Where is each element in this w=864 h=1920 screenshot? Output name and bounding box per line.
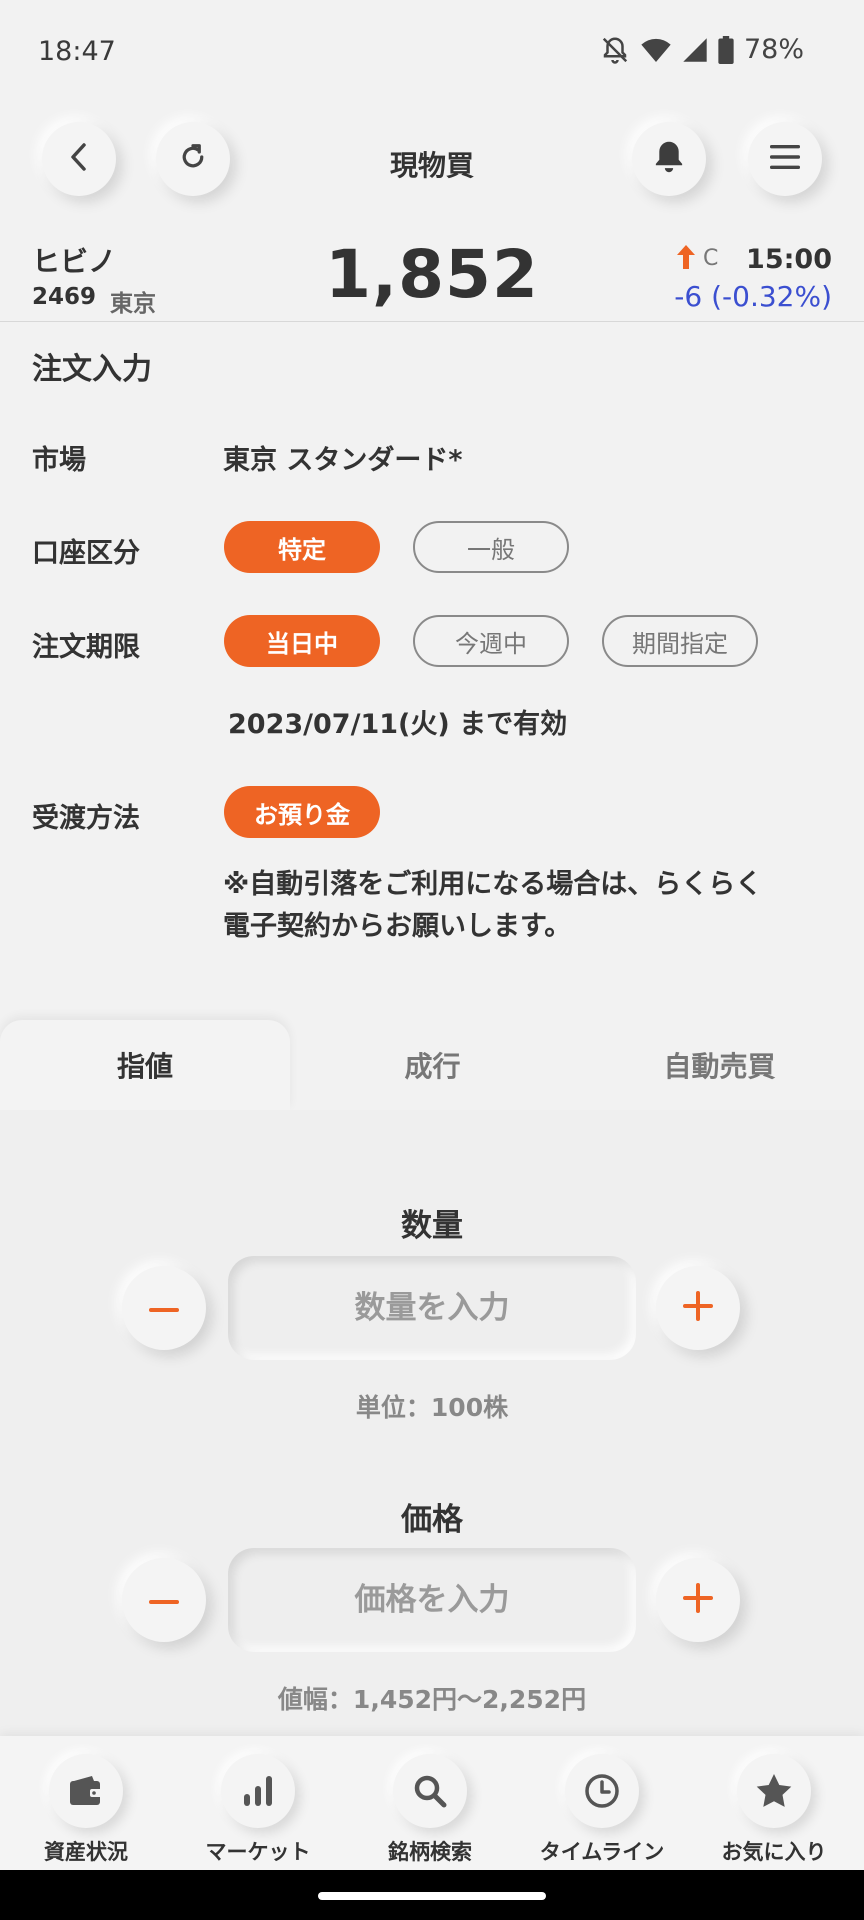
star-icon <box>737 1754 811 1828</box>
header: 現物買 <box>0 122 864 206</box>
menu-button[interactable] <box>748 122 822 196</box>
nav-label: マーケット <box>205 1840 311 1864</box>
clock-icon <box>565 1754 639 1828</box>
price-field[interactable] <box>228 1548 636 1652</box>
account-option-tokutei[interactable]: 特定 <box>224 521 380 573</box>
settlement-label: 受渡方法 <box>32 803 140 834</box>
period-option-custom[interactable]: 期間指定 <box>602 615 758 667</box>
nav-item-assets[interactable]: 資産状況 <box>0 1736 172 1870</box>
notification-button[interactable] <box>632 122 706 196</box>
price-title: 価格 <box>401 1502 463 1538</box>
quote-time: 15:00 <box>746 244 832 275</box>
nav-item-search[interactable]: 銘柄検索 <box>344 1736 516 1870</box>
wallet-icon <box>49 1754 123 1828</box>
nav-label: 資産状況 <box>44 1840 128 1864</box>
home-gesture-handle[interactable] <box>318 1892 546 1900</box>
account-option-ippan[interactable]: 一般 <box>413 521 569 573</box>
status-icons: 78% <box>600 34 804 65</box>
section-title: 注文入力 <box>32 352 152 387</box>
plus-icon <box>683 1583 713 1617</box>
market-label: 市場 <box>32 445 86 476</box>
nav-label: タイムライン <box>539 1840 665 1864</box>
price-flag: C <box>703 246 719 271</box>
quantity-title: 数量 <box>401 1208 463 1244</box>
arrow-up-icon <box>675 244 697 274</box>
order-screen: 18:47 78% 現物買 ヒビノ 2469 東京 1,852 C 15:00 … <box>0 0 864 1920</box>
tab-limit[interactable]: 指値 <box>0 1020 290 1110</box>
stock-quote: ヒビノ 2469 東京 1,852 C 15:00 -6 (-0.32%) <box>0 236 864 322</box>
price-input[interactable] <box>228 1582 636 1618</box>
battery-icon <box>718 35 734 64</box>
search-icon <box>393 1754 467 1828</box>
quantity-unit-hint: 単位：100株 <box>355 1393 509 1422</box>
nav-label: お気に入り <box>721 1840 827 1864</box>
price-range-hint: 値幅：1,452円〜2,252円 <box>277 1685 587 1714</box>
settlement-option-deposit[interactable]: お預り金 <box>224 786 380 838</box>
plus-icon <box>683 1291 713 1325</box>
status-time: 18:47 <box>38 36 116 67</box>
order-period-label: 注文期限 <box>32 632 140 663</box>
notice-line-1: ※自動引落をご利用になる場合は、らくらく <box>223 869 763 900</box>
minus-icon <box>149 1299 179 1318</box>
order-type-tabs: 指値 成行 自動売買 <box>0 1020 864 1110</box>
quantity-increment-button[interactable] <box>656 1266 740 1350</box>
price-decrement-button[interactable] <box>122 1558 206 1642</box>
hamburger-icon <box>769 144 801 174</box>
price-increment-button[interactable] <box>656 1558 740 1642</box>
period-option-today[interactable]: 当日中 <box>224 615 380 667</box>
quantity-field[interactable] <box>228 1256 636 1360</box>
nav-item-timeline[interactable]: タイムライン <box>516 1736 688 1870</box>
minus-icon <box>149 1591 179 1610</box>
bell-off-icon <box>600 35 630 65</box>
wifi-icon <box>640 36 672 64</box>
period-option-this-week[interactable]: 今週中 <box>413 615 569 667</box>
valid-until-note: 2023/07/11(火) まで有効 <box>228 709 568 740</box>
price-change: -6 (-0.32%) <box>674 280 832 313</box>
status-bar: 18:47 78% <box>0 0 864 106</box>
bell-icon <box>652 139 686 179</box>
battery-percent: 78% <box>743 34 804 65</box>
signal-icon <box>682 36 708 64</box>
bottom-nav: 資産状況 マーケット 銘柄検索 タイムライン お気に入り <box>0 1736 864 1870</box>
quantity-decrement-button[interactable] <box>122 1266 206 1350</box>
account-type-label: 口座区分 <box>32 538 140 569</box>
system-gesture-bar <box>0 1870 864 1920</box>
auto-debit-notice: ※自動引落をご利用になる場合は、らくらく 電子契約からお願いします。 <box>223 864 843 948</box>
quantity-input[interactable] <box>228 1290 636 1326</box>
notice-line-2: 電子契約からお願いします。 <box>223 911 572 942</box>
market-value: 東京 スタンダード* <box>223 445 463 476</box>
tab-market[interactable]: 成行 <box>290 1020 575 1110</box>
page-title: 現物買 <box>389 149 474 182</box>
nav-label: 銘柄検索 <box>388 1840 472 1864</box>
nav-item-favorites[interactable]: お気に入り <box>688 1736 860 1870</box>
bar-chart-icon <box>221 1754 295 1828</box>
nav-item-market[interactable]: マーケット <box>172 1736 344 1870</box>
tab-auto-trade[interactable]: 自動売買 <box>575 1020 864 1110</box>
